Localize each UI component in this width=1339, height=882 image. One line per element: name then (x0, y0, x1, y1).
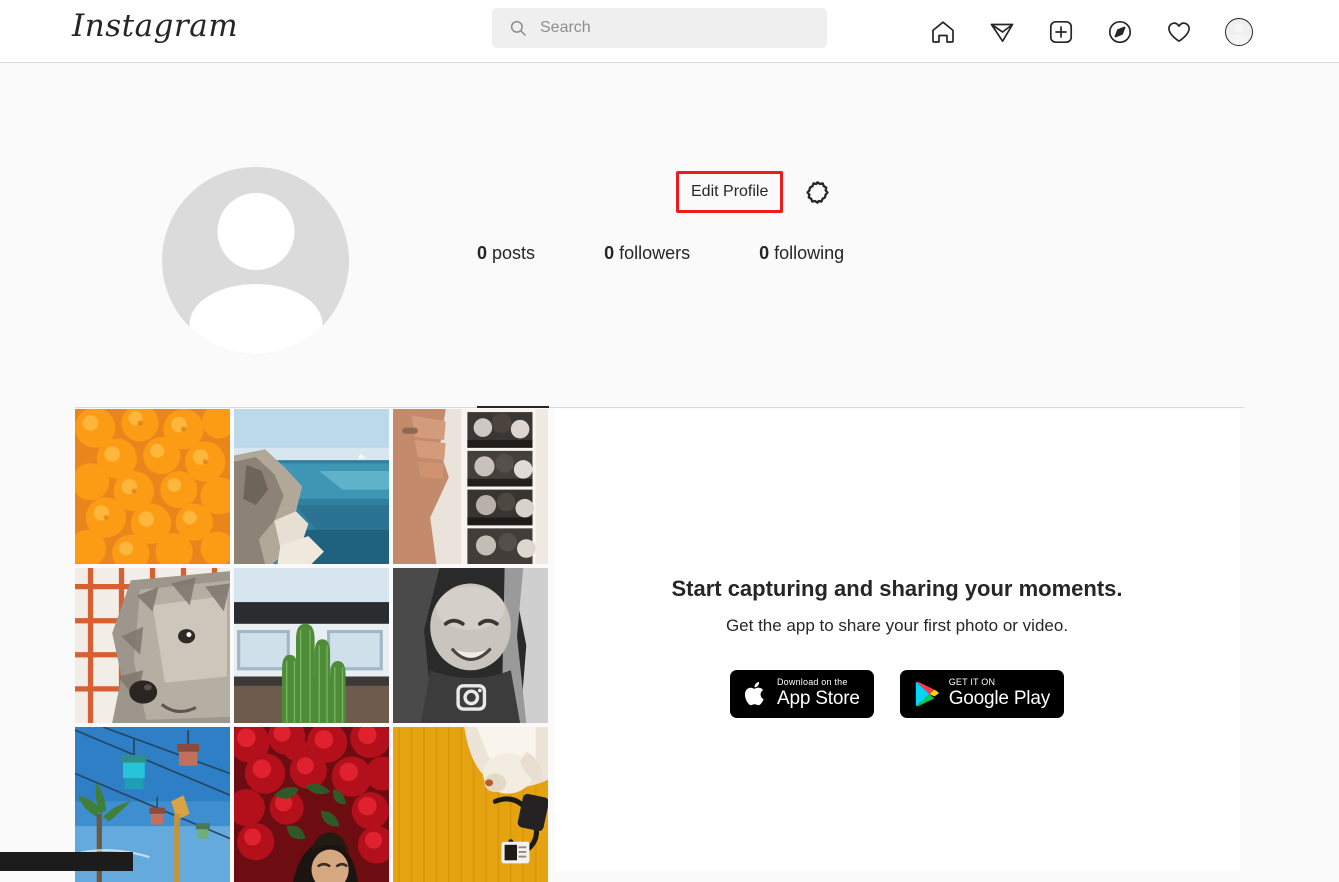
instagram-logo[interactable]: Instagram (72, 8, 238, 44)
photo-grid (75, 409, 550, 882)
search-icon (509, 19, 527, 37)
profile-content: Start capturing and sharing your moments… (0, 409, 1339, 871)
app-store-badges: Download on the App Store GET IT ON Goog… (730, 670, 1064, 718)
baby-black-and-white-photo (393, 568, 548, 723)
gear-icon[interactable] (805, 180, 830, 205)
stat-followers[interactable]: 0 followers (604, 243, 690, 264)
apple-logo-icon (744, 680, 768, 708)
red-bougainvillea-flowers-photo (234, 727, 389, 882)
app-store-badge-large-text: App Store (777, 688, 860, 710)
shaggy-dog-photo (75, 568, 230, 723)
profile-stats: 0 posts 0 followers 0 following (477, 243, 844, 264)
stat-followers-count: 0 (604, 243, 614, 263)
cactus-building-photo (234, 568, 389, 723)
explore-icon[interactable] (1107, 19, 1133, 45)
stat-following-count: 0 (759, 243, 769, 263)
google-play-icon (914, 680, 940, 708)
grid-item-cactus[interactable] (234, 568, 389, 723)
photo-booth-strip-photo (393, 409, 548, 564)
top-navigation-bar: Instagram (0, 0, 1339, 63)
grid-item-baby[interactable] (393, 568, 548, 723)
stat-posts[interactable]: 0 posts (477, 243, 535, 264)
google-play-badge-small-text: GET IT ON (949, 678, 1050, 688)
stat-followers-label: followers (619, 243, 690, 263)
home-icon[interactable] (930, 19, 956, 45)
activity-heart-icon[interactable] (1166, 19, 1192, 45)
profile-header: Edit Profile 0 posts 0 followers 0 follo… (0, 63, 1339, 341)
new-post-icon[interactable] (1048, 19, 1074, 45)
empty-state-panel: Start capturing and sharing your moments… (554, 409, 1240, 871)
coastal-cliff-beach-photo (234, 409, 389, 564)
search-box[interactable] (492, 8, 827, 48)
profile-avatar-icon[interactable] (1225, 18, 1253, 46)
direct-message-icon[interactable] (989, 19, 1015, 45)
stat-posts-count: 0 (477, 243, 487, 263)
profile-avatar[interactable] (162, 167, 349, 354)
search-input[interactable] (540, 19, 795, 37)
annotation-highlight-box: Edit Profile (676, 171, 783, 213)
grid-item-oranges[interactable] (75, 409, 230, 564)
grid-item-dog[interactable] (75, 568, 230, 723)
grid-item-flowers[interactable] (234, 727, 389, 882)
empty-state-title: Start capturing and sharing your moments… (671, 576, 1122, 602)
edit-profile-button[interactable]: Edit Profile (679, 174, 780, 210)
nav-icon-group (930, 0, 1253, 63)
stat-posts-label: posts (492, 243, 535, 263)
grid-item-coast[interactable] (234, 409, 389, 564)
google-play-badge-large-text: Google Play (949, 688, 1050, 710)
profile-action-row: Edit Profile (676, 171, 830, 213)
app-store-badge-small-text: Download on the (777, 678, 860, 688)
white-dog-yellow-blanket-photo (393, 727, 548, 882)
grid-item-white-dog[interactable] (393, 727, 548, 882)
stat-following-label: following (774, 243, 844, 263)
google-play-badge[interactable]: GET IT ON Google Play (900, 670, 1064, 718)
browser-status-bar (0, 852, 133, 871)
app-store-badge[interactable]: Download on the App Store (730, 670, 874, 718)
oranges-photo (75, 409, 230, 564)
grid-item-photo-booth[interactable] (393, 409, 548, 564)
empty-state-subtitle: Get the app to share your first photo or… (726, 616, 1068, 636)
stat-following[interactable]: 0 following (759, 243, 844, 264)
